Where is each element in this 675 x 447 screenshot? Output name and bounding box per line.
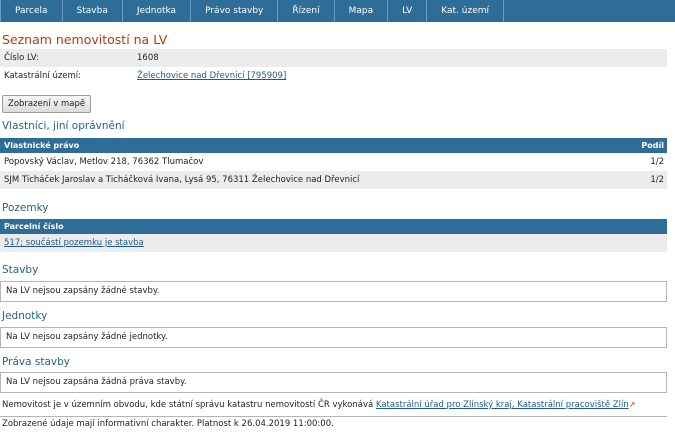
- owners-section-title: Vlastníci, jiní oprávnění: [2, 120, 125, 132]
- table-row: Popovský Václav, Metlov 218, 76362 Tluma…: [0, 153, 667, 171]
- owner-name: Popovský Václav, Metlov 218, 76362 Tluma…: [4, 157, 204, 167]
- show-in-map-button[interactable]: Zobrazení v mapě: [2, 95, 92, 113]
- validity-note: Zobrazené údaje mají informativní charak…: [2, 419, 334, 429]
- share-column-header: Podíl: [641, 141, 664, 150]
- tab-rizeni[interactable]: Řízení: [278, 0, 335, 22]
- top-navigation: Parcela Stavba Jednotka Právo stavby Říz…: [0, 0, 675, 22]
- building-rights-section-title: Práva stavby: [2, 356, 70, 368]
- tab-stavba[interactable]: Stavba: [63, 0, 123, 22]
- parcel-number-column-header: Parcelní číslo: [4, 222, 64, 231]
- units-section-title: Jednotky: [2, 310, 48, 322]
- footer-divider: [0, 416, 667, 417]
- owner-name: SJM Ticháček Jaroslav a Ticháčková Ivana…: [4, 175, 360, 185]
- tab-lv[interactable]: LV: [388, 0, 428, 22]
- owners-table: Vlastnické právo Podíl Popovský Václav, …: [0, 138, 667, 189]
- lv-info-table: Číslo LV: 1608 Katastrální území: Želech…: [0, 49, 667, 85]
- cadastral-office-link[interactable]: Katastrální úřad pro Zlínský kraj, Katas…: [376, 400, 629, 410]
- tab-jednotka[interactable]: Jednotka: [123, 0, 192, 22]
- cadastral-office-note: Nemovitost je v územním obvodu, kde stát…: [2, 400, 635, 410]
- cadastral-area-link[interactable]: Želechovice nad Dřevnicí [795909]: [137, 71, 286, 81]
- parcel-link[interactable]: 517; součástí pozemku je stavba: [4, 234, 144, 252]
- owner-share: 1/2: [650, 157, 664, 167]
- tab-kat-uzemi[interactable]: Kat. území: [427, 0, 505, 22]
- parcels-section-title: Pozemky: [2, 202, 49, 214]
- lv-number-value: 1608: [137, 53, 159, 63]
- cadastral-area-row: Katastrální území: Želechovice nad Dřevn…: [0, 67, 667, 85]
- lv-number-row: Číslo LV: 1608: [0, 49, 667, 67]
- cadastral-area-label: Katastrální území:: [4, 71, 82, 81]
- lv-number-label: Číslo LV:: [4, 53, 39, 63]
- tab-parcela[interactable]: Parcela: [0, 0, 63, 22]
- building-rights-empty-message: Na LV nejsou zapsána žádná práva stavby.: [0, 372, 667, 393]
- ownership-column-header: Vlastnické právo: [4, 141, 80, 150]
- buildings-empty-message: Na LV nejsou zapsány žádné stavby.: [0, 281, 667, 302]
- tab-mapa[interactable]: Mapa: [335, 0, 389, 22]
- tab-pravo-stavby[interactable]: Právo stavby: [191, 0, 279, 22]
- table-row: 517; součástí pozemku je stavba: [0, 234, 667, 252]
- owner-share: 1/2: [650, 175, 664, 185]
- table-row: SJM Ticháček Jaroslav a Ticháčková Ivana…: [0, 171, 667, 189]
- cadastral-office-text: Nemovitost je v územním obvodu, kde stát…: [2, 400, 374, 410]
- owners-table-header: Vlastnické právo Podíl: [0, 138, 667, 153]
- external-link-icon: ↗: [628, 400, 636, 409]
- units-empty-message: Na LV nejsou zapsány žádné jednotky.: [0, 327, 667, 348]
- buildings-section-title: Stavby: [2, 264, 39, 276]
- parcels-table: Parcelní číslo 517; součástí pozemku je …: [0, 219, 667, 252]
- page-title: Seznam nemovitostí na LV: [2, 32, 168, 47]
- parcels-table-header: Parcelní číslo: [0, 219, 667, 234]
